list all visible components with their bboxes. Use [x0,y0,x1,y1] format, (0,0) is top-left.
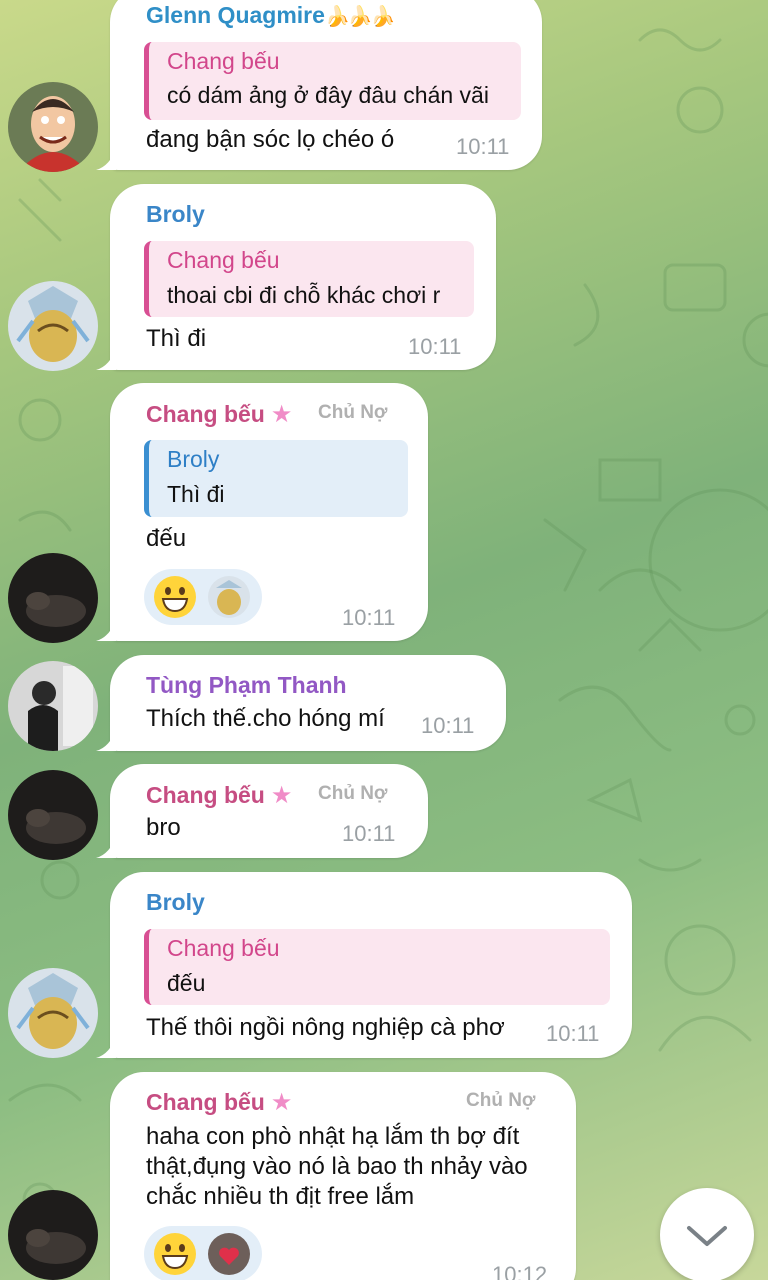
reply-quote[interactable]: Chang bếu có dám ảng ở đây đâu chán vãi [144,42,521,120]
message-text-line: haha con phò nhật hạ lắm th bợ đít [146,1123,520,1150]
reply-sender: Chang bếu [167,48,280,74]
chevron-down-icon [687,1226,727,1246]
bubble-tail [96,836,116,858]
tung-avatar[interactable] [8,661,98,751]
bubble-tail [96,348,116,370]
star-icon: ★ [270,782,293,809]
reply-quote[interactable]: Chang bếu đếu [144,929,610,1005]
message-bubble[interactable]: Chang bếu ★ Chủ Nợ bro 10:11 [96,764,428,858]
message-text: Thích thế.cho hóng mí [146,705,385,732]
bubble-tail [96,1036,116,1058]
message-text: bro [146,814,181,841]
grinning-emoji [154,576,196,618]
reply-text: thoai cbi đi chỗ khác chơi r [167,282,441,308]
bubble-tail [96,148,116,170]
reactions-bar[interactable] [144,1226,262,1280]
sender-name[interactable]: Chang bếu ★ [146,400,292,429]
message-bubble[interactable]: Broly Chang bếu thoai cbi đi chỗ khác ch… [96,184,496,370]
sender-name[interactable]: Glenn Quagmire🍌🍌🍌 [146,2,396,29]
banana-emoji: 🍌🍌🍌 [324,6,396,28]
message-time: 10:12 [492,1262,548,1280]
sender-name[interactable]: Broly [146,889,205,916]
reply-text: đếu [167,970,206,996]
message-time: 10:11 [342,605,396,630]
chang-avatar[interactable] [8,553,98,643]
admin-tag: Chủ Nợ [466,1090,536,1111]
message-time: 10:11 [546,1021,600,1046]
grinning-emoji [154,1233,196,1275]
reactions-bar[interactable] [144,569,262,625]
message-text: đang bận sóc lọ chéo ó [146,126,395,153]
message-time: 10:11 [456,134,510,159]
bubble-tail [96,729,116,751]
message-text-line: chắc nhiều th địt free lắm [146,1183,415,1210]
heart-reactor-avatar [208,1233,250,1275]
reply-text: Thì đi [167,481,225,507]
message-text-line: thật,đụng vào nó là bao th nhảy vào [146,1153,528,1180]
broly-avatar[interactable] [8,281,98,371]
reply-quote[interactable]: Broly Thì đi [144,440,408,517]
sender-name[interactable]: Chang bếu ★ [146,781,292,810]
message-text: Thế thôi ngồi nông nghiệp cà phơ [146,1014,505,1041]
glenn-avatar[interactable] [8,82,98,172]
reply-quote[interactable]: Chang bếu thoai cbi đi chỗ khác chơi r [144,241,474,317]
message-time: 10:11 [342,821,396,846]
message-time: 10:11 [408,334,462,359]
message-bubble[interactable]: Chang bếu ★ Chủ Nợ Broly Thì đi đếu 10:11 [96,383,428,641]
message-bubble[interactable]: Tùng Phạm Thanh Thích thế.cho hóng mí 10… [96,655,506,751]
star-icon: ★ [270,401,293,428]
sender-name[interactable]: Broly [146,201,205,228]
message-text: Thì đi [146,325,207,352]
message-bubble[interactable]: Chang bếu ★ Chủ Nợ haha con phò nhật hạ l… [110,1072,576,1280]
star-icon: ★ [270,1089,293,1116]
message-bubble[interactable]: Broly Chang bếu đếu Thế thôi ngồi nông n… [96,872,632,1058]
reply-text: có dám ảng ở đây đâu chán vãi [167,82,489,108]
reply-sender: Chang bếu [167,247,280,273]
broly-avatar[interactable] [8,968,98,1058]
chang-avatar[interactable] [8,770,98,860]
sender-name[interactable]: Chang bếu ★ [146,1088,292,1117]
reply-sender: Broly [167,446,220,472]
chang-avatar[interactable] [8,1190,98,1280]
message-time: 10:11 [421,713,475,738]
message-text: đếu [146,525,187,552]
sender-name[interactable]: Tùng Phạm Thanh [146,672,347,699]
reply-sender: Chang bếu [167,935,280,961]
message-bubble[interactable]: Glenn Quagmire🍌🍌🍌 Chang bếu có dám ảng ở… [96,0,542,170]
bubble-tail [96,619,116,641]
admin-tag: Chủ Nợ [318,783,388,804]
admin-tag: Chủ Nợ [318,402,388,423]
broly-reactor-avatar [208,576,250,618]
scroll-to-bottom-button[interactable] [660,1188,754,1280]
